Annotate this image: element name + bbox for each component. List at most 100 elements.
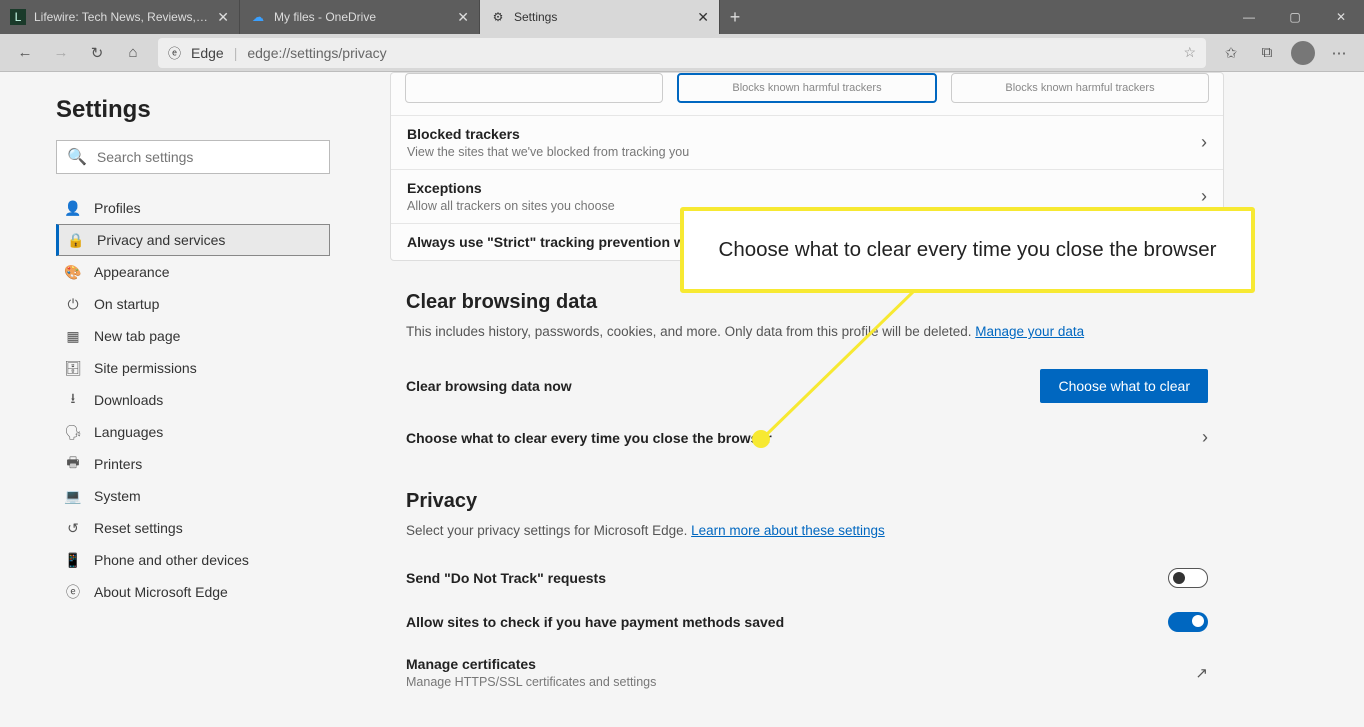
phone-icon: 📱 bbox=[64, 552, 82, 569]
tracking-box-label: Blocks known harmful trackers bbox=[732, 82, 881, 94]
choose-clear-button[interactable]: Choose what to clear bbox=[1040, 369, 1208, 403]
printer-icon: 🖶 bbox=[64, 452, 82, 476]
sidebar-item-languages[interactable]: 🗣Languages bbox=[56, 416, 330, 448]
close-icon[interactable]: ✕ bbox=[697, 9, 709, 26]
collections-button[interactable]: ⧉ bbox=[1250, 36, 1284, 70]
sidebar-item-newtab[interactable]: ▦ New tab page bbox=[56, 320, 330, 352]
sidebar-item-devices[interactable]: 📱 Phone and other devices bbox=[56, 544, 330, 576]
tracking-box-label: Blocks known harmful trackers bbox=[1005, 82, 1154, 94]
url-input[interactable] bbox=[247, 45, 1173, 61]
menu-button[interactable]: ⋯ bbox=[1322, 36, 1356, 70]
tracking-balanced[interactable]: Blocks known harmful trackers bbox=[677, 73, 937, 103]
annotation-line bbox=[755, 290, 925, 445]
reset-icon: ↺ bbox=[64, 520, 82, 537]
privacy-section: Privacy Select your privacy settings for… bbox=[390, 490, 1224, 701]
tracking-basic[interactable] bbox=[405, 73, 663, 103]
chevron-right-icon: › bbox=[1202, 427, 1208, 448]
lock-icon: 🔒 bbox=[67, 232, 85, 249]
sidebar-item-label: On startup bbox=[94, 296, 159, 312]
edge-icon: ⓔ bbox=[64, 582, 82, 602]
settings-heading: Settings bbox=[56, 96, 330, 124]
profile-button[interactable] bbox=[1286, 36, 1320, 70]
sidebar-item-system[interactable]: 💻System bbox=[56, 480, 330, 512]
tracking-strict[interactable]: Blocks known harmful trackers bbox=[951, 73, 1209, 103]
blocked-trackers-row[interactable]: Blocked trackers View the sites that we'v… bbox=[391, 115, 1223, 169]
annotation-callout: Choose what to clear every time you clos… bbox=[680, 207, 1255, 293]
section-heading: Privacy bbox=[406, 490, 1208, 513]
close-button[interactable]: ✕ bbox=[1318, 0, 1364, 34]
row-title: Clear browsing data now bbox=[406, 378, 1040, 394]
row-title: Manage certificates bbox=[406, 656, 1195, 672]
new-tab-button[interactable]: + bbox=[720, 0, 750, 34]
edge-icon: ⓔ bbox=[168, 43, 181, 62]
download-icon: ⭳ bbox=[64, 388, 82, 412]
sidebar-item-label: Downloads bbox=[94, 392, 163, 408]
chevron-right-icon: › bbox=[1201, 186, 1207, 207]
learn-more-link[interactable]: Learn more about these settings bbox=[691, 523, 885, 538]
sidebar-item-label: Profiles bbox=[94, 200, 141, 216]
favicon-onedrive: ☁ bbox=[250, 9, 266, 25]
tab-onedrive[interactable]: ☁ My files - OneDrive ✕ bbox=[240, 0, 480, 34]
sidebar-item-label: Site permissions bbox=[94, 360, 197, 376]
language-icon: 🗣 bbox=[64, 424, 82, 441]
appearance-icon: 🎨 bbox=[64, 264, 82, 281]
sidebar-item-downloads[interactable]: ⭳ Downloads bbox=[56, 384, 330, 416]
certificates-row[interactable]: Manage certificates Manage HTTPS/SSL cert… bbox=[406, 644, 1208, 701]
star-outline-icon[interactable]: ☆ bbox=[1183, 44, 1196, 61]
sidebar-item-printers[interactable]: 🖶 Printers bbox=[56, 448, 330, 480]
sidebar-item-privacy[interactable]: 🔒 Privacy and services bbox=[56, 224, 330, 256]
row-title: Send "Do Not Track" requests bbox=[406, 570, 1168, 586]
browser-tabs: L Lifewire: Tech News, Reviews, He ✕ ☁ M… bbox=[0, 0, 720, 34]
maximize-button[interactable]: ▢ bbox=[1272, 0, 1318, 34]
external-link-icon: ↗ bbox=[1195, 664, 1208, 682]
favorites-button[interactable]: ✩ bbox=[1214, 36, 1248, 70]
sidebar-item-label: About Microsoft Edge bbox=[94, 584, 228, 600]
permissions-icon: 🗄 bbox=[64, 360, 82, 377]
close-icon[interactable]: ✕ bbox=[217, 9, 229, 26]
refresh-button[interactable]: ↻ bbox=[80, 36, 114, 70]
sidebar-item-profiles[interactable]: 👤 Profiles bbox=[56, 192, 330, 224]
sidebar-item-label: New tab page bbox=[94, 328, 180, 344]
row-subtitle: Manage HTTPS/SSL certificates and settin… bbox=[406, 675, 1195, 689]
power-icon: ⏻ bbox=[64, 296, 82, 313]
sidebar-item-permissions[interactable]: 🗄 Site permissions bbox=[56, 352, 330, 384]
avatar bbox=[1291, 41, 1315, 65]
minimize-button[interactable]: — bbox=[1226, 0, 1272, 34]
dnt-toggle[interactable] bbox=[1168, 568, 1208, 588]
sidebar-item-label: Privacy and services bbox=[97, 232, 225, 248]
window-controls: — ▢ ✕ bbox=[1226, 0, 1364, 34]
sidebar-item-label: Reset settings bbox=[94, 520, 183, 536]
profile-icon: 👤 bbox=[64, 200, 82, 217]
sidebar-item-reset[interactable]: ↺ Reset settings bbox=[56, 512, 330, 544]
row-subtitle: View the sites that we've blocked from t… bbox=[407, 145, 1201, 159]
sidebar-item-label: Phone and other devices bbox=[94, 552, 249, 568]
separator: | bbox=[234, 45, 238, 61]
sidebar-item-about[interactable]: ⓔ About Microsoft Edge bbox=[56, 576, 330, 608]
titlebar: L Lifewire: Tech News, Reviews, He ✕ ☁ M… bbox=[0, 0, 1364, 34]
search-settings[interactable]: 🔍 bbox=[56, 140, 330, 174]
grid-icon: ▦ bbox=[64, 328, 82, 345]
chevron-right-icon: › bbox=[1201, 132, 1207, 153]
payment-row: Allow sites to check if you have payment… bbox=[406, 600, 1208, 644]
sidebar-item-label: Printers bbox=[94, 456, 142, 472]
settings-page: Settings 🔍 👤 Profiles 🔒 Privacy and servic… bbox=[0, 72, 1364, 727]
payment-toggle[interactable] bbox=[1168, 612, 1208, 632]
tab-settings[interactable]: ⚙ Settings ✕ bbox=[480, 0, 720, 34]
address-bar[interactable]: ⓔ Edge | ☆ bbox=[158, 38, 1206, 68]
sidebar-item-startup[interactable]: ⏻ On startup bbox=[56, 288, 330, 320]
row-title: Blocked trackers bbox=[407, 126, 1201, 142]
tab-label: Lifewire: Tech News, Reviews, He bbox=[34, 10, 209, 24]
search-input[interactable] bbox=[97, 149, 319, 165]
section-description: Select your privacy settings for Microso… bbox=[406, 523, 1208, 538]
close-icon[interactable]: ✕ bbox=[457, 9, 469, 26]
home-button[interactable]: ⌂ bbox=[116, 36, 150, 70]
forward-button[interactable]: → bbox=[44, 36, 78, 70]
manage-data-link[interactable]: Manage your data bbox=[975, 324, 1084, 339]
sidebar-item-label: Appearance bbox=[94, 264, 170, 280]
tab-lifewire[interactable]: L Lifewire: Tech News, Reviews, He ✕ bbox=[0, 0, 240, 34]
sidebar-item-appearance[interactable]: 🎨 Appearance bbox=[56, 256, 330, 288]
address-label: Edge bbox=[191, 45, 224, 61]
back-button[interactable]: ← bbox=[8, 36, 42, 70]
tab-label: My files - OneDrive bbox=[274, 10, 449, 24]
row-title: Exceptions bbox=[407, 180, 1201, 196]
